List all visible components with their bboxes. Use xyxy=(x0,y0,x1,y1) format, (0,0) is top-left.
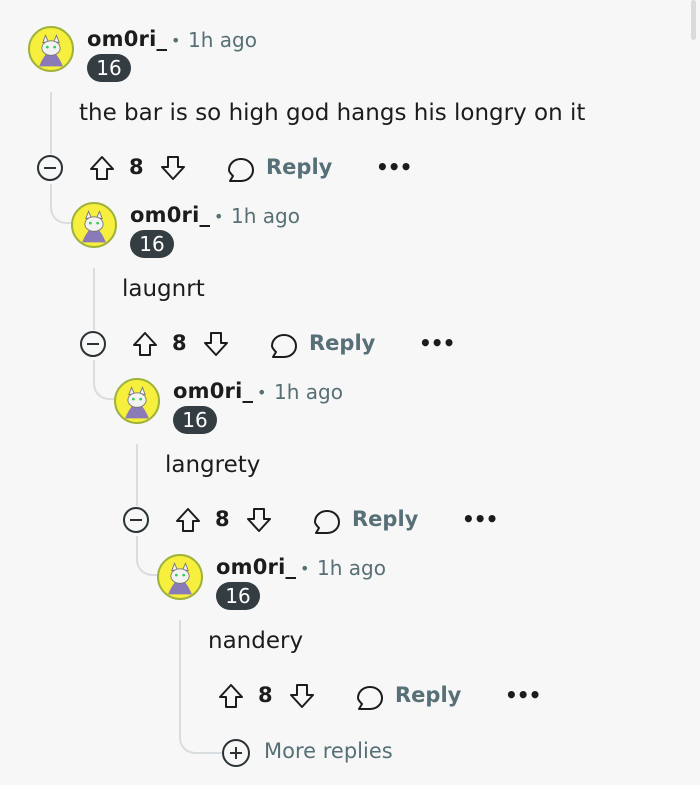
thread-line xyxy=(93,268,95,330)
ellipsis-icon[interactable]: ••• xyxy=(462,507,498,531)
thread-line xyxy=(136,444,138,506)
user-badge: 16 xyxy=(173,406,217,434)
username[interactable]: om0ri_ xyxy=(216,555,296,579)
collapse-minus-icon[interactable] xyxy=(37,155,63,181)
downvote-arrow-icon[interactable] xyxy=(158,153,188,183)
speech-bubble-icon xyxy=(355,683,385,713)
vote-score: 8 xyxy=(215,507,230,531)
speech-bubble-icon xyxy=(269,331,299,361)
upvote-arrow-icon[interactable] xyxy=(216,681,246,711)
thread-connector xyxy=(136,536,160,576)
separator-dot: • xyxy=(300,559,310,578)
user-badge: 16 xyxy=(216,582,260,610)
ellipsis-icon[interactable]: ••• xyxy=(376,155,412,179)
cat-avatar-icon[interactable] xyxy=(28,26,74,72)
timestamp: 1h ago xyxy=(188,28,257,52)
scrollbar[interactable] xyxy=(691,0,696,40)
reply-label: Reply xyxy=(395,683,462,707)
reply-button[interactable]: Reply xyxy=(226,153,336,189)
upvote-arrow-icon[interactable] xyxy=(130,329,160,359)
thread-connector xyxy=(50,184,74,224)
vote-score: 8 xyxy=(258,683,273,707)
reply-label: Reply xyxy=(266,155,333,179)
thread-connector xyxy=(93,360,117,400)
separator-dot: • xyxy=(257,383,267,402)
reply-button[interactable]: Reply xyxy=(269,329,379,365)
timestamp: 1h ago xyxy=(274,380,343,404)
timestamp: 1h ago xyxy=(231,204,300,228)
ellipsis-icon[interactable]: ••• xyxy=(419,331,455,355)
cat-avatar-icon[interactable] xyxy=(71,202,117,248)
timestamp: 1h ago xyxy=(317,556,386,580)
collapse-minus-icon[interactable] xyxy=(80,331,106,357)
separator-dot: • xyxy=(214,207,224,226)
comment-text: nandery xyxy=(208,628,304,654)
more-replies-button[interactable]: More replies xyxy=(222,739,402,773)
ellipsis-icon[interactable]: ••• xyxy=(505,683,541,707)
user-badge: 16 xyxy=(87,54,131,82)
upvote-arrow-icon[interactable] xyxy=(173,505,203,535)
reply-label: Reply xyxy=(309,331,376,355)
cat-avatar-icon[interactable] xyxy=(114,378,160,424)
separator-dot: • xyxy=(171,31,181,50)
comment-text: laugnrt xyxy=(122,276,205,302)
vote-score: 8 xyxy=(129,155,144,179)
speech-bubble-icon xyxy=(312,507,342,537)
user-badge: 16 xyxy=(130,230,174,258)
vote-score: 8 xyxy=(172,331,187,355)
comment-text: the bar is so high god hangs his longry … xyxy=(79,100,586,126)
downvote-arrow-icon[interactable] xyxy=(244,505,274,535)
plus-circle-icon xyxy=(222,739,250,767)
comment-text: langrety xyxy=(165,452,261,478)
cat-avatar-icon[interactable] xyxy=(157,554,203,600)
more-replies-label: More replies xyxy=(264,739,393,763)
reply-button[interactable]: Reply xyxy=(355,681,465,717)
username[interactable]: om0ri_ xyxy=(173,379,253,403)
username[interactable]: om0ri_ xyxy=(130,203,210,227)
speech-bubble-icon xyxy=(226,155,256,185)
collapse-minus-icon[interactable] xyxy=(123,507,149,533)
reply-label: Reply xyxy=(352,507,419,531)
reply-button[interactable]: Reply xyxy=(312,505,422,541)
thread-line xyxy=(50,92,52,154)
downvote-arrow-icon[interactable] xyxy=(201,329,231,359)
downvote-arrow-icon[interactable] xyxy=(287,681,317,711)
username[interactable]: om0ri_ xyxy=(87,27,167,51)
upvote-arrow-icon[interactable] xyxy=(87,153,117,183)
